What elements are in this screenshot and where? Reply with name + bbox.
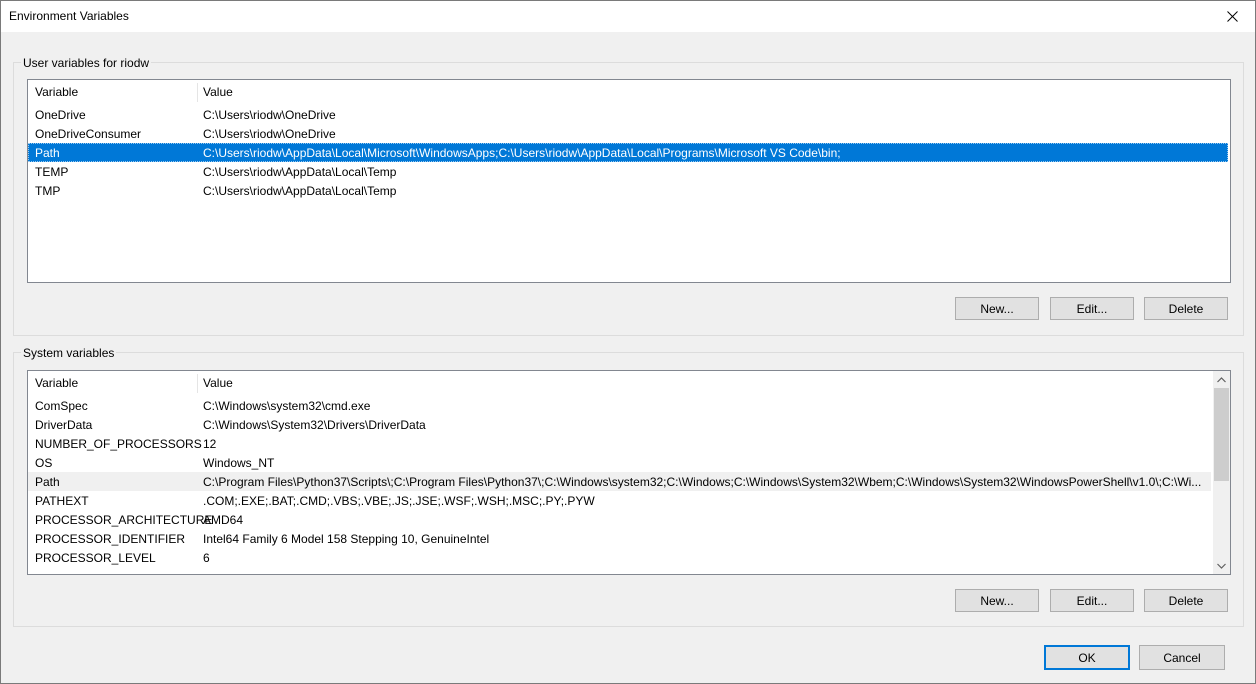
- system-variables-list[interactable]: Variable Value ComSpec C:\Windows\system3…: [27, 370, 1231, 575]
- variable-value: C:\Users\riodw\OneDrive: [203, 108, 336, 122]
- column-header-value[interactable]: Value: [203, 376, 233, 390]
- variable-value: C:\Users\riodw\OneDrive: [203, 127, 336, 141]
- column-header-variable[interactable]: Variable: [35, 376, 78, 390]
- variable-value: C:\Users\riodw\AppData\Local\Microsoft\W…: [203, 146, 841, 160]
- list-row[interactable]: Path C:\Program Files\Python37\Scripts\;C…: [28, 472, 1211, 491]
- variable-value: Intel64 Family 6 Model 158 Stepping 10, …: [203, 532, 490, 546]
- scroll-up-arrow-icon[interactable]: [1213, 371, 1230, 388]
- variable-name: OneDrive: [35, 108, 86, 122]
- user-new-button[interactable]: New...: [955, 297, 1039, 320]
- variable-value: Windows_NT: [203, 456, 275, 470]
- variable-name: DriverData: [35, 418, 93, 432]
- system-variables-label: System variables: [21, 346, 117, 360]
- variable-name: Path: [35, 475, 60, 489]
- window-title: Environment Variables: [9, 9, 129, 23]
- list-row[interactable]: OneDrive C:\Users\riodw\OneDrive: [28, 105, 1228, 124]
- variable-value: C:\Windows\system32\cmd.exe: [203, 399, 371, 413]
- vertical-scrollbar[interactable]: [1213, 371, 1230, 574]
- variable-name: Path: [35, 146, 60, 160]
- list-row[interactable]: ComSpec C:\Windows\system32\cmd.exe: [28, 396, 1211, 415]
- ok-button[interactable]: OK: [1044, 645, 1130, 670]
- variable-name: OS: [35, 456, 53, 470]
- variable-value: 6: [203, 551, 210, 565]
- scrollbar-thumb[interactable]: [1214, 388, 1229, 481]
- variable-value: C:\Program Files\Python37\Scripts\;C:\Pr…: [203, 475, 1202, 489]
- list-row[interactable]: PROCESSOR_IDENTIFIER Intel64 Family 6 Mod…: [28, 529, 1211, 548]
- list-row[interactable]: TMP C:\Users\riodw\AppData\Local\Temp: [28, 181, 1228, 200]
- user-delete-button[interactable]: Delete: [1144, 297, 1228, 320]
- user-variables-list[interactable]: Variable Value OneDrive C:\Users\riodw\On…: [27, 79, 1231, 283]
- variable-name: TMP: [35, 184, 61, 198]
- column-divider[interactable]: [197, 374, 198, 393]
- variable-value: .COM;.EXE;.BAT;.CMD;.VBS;.VBE;.JS;.JSE;.…: [203, 494, 595, 508]
- list-header: Variable Value: [28, 80, 1230, 104]
- variable-name: TEMP: [35, 165, 69, 179]
- user-edit-button[interactable]: Edit...: [1050, 297, 1134, 320]
- variable-value: 12: [203, 437, 217, 451]
- environment-variables-dialog: Environment Variables User variables for…: [0, 0, 1256, 684]
- variable-name: ComSpec: [35, 399, 88, 413]
- list-row[interactable]: PROCESSOR_ARCHITECTURE AMD64: [28, 510, 1211, 529]
- close-icon: [1226, 11, 1238, 22]
- close-button[interactable]: [1209, 1, 1255, 32]
- variable-name: OneDriveConsumer: [35, 127, 142, 141]
- system-edit-button[interactable]: Edit...: [1050, 589, 1134, 612]
- title-bar: Environment Variables: [1, 1, 1255, 32]
- list-row[interactable]: TEMP C:\Users\riodw\AppData\Local\Temp: [28, 162, 1228, 181]
- cancel-button[interactable]: Cancel: [1139, 645, 1225, 670]
- list-row[interactable]: NUMBER_OF_PROCESSORS 12: [28, 434, 1211, 453]
- list-row[interactable]: OS Windows_NT: [28, 453, 1211, 472]
- scroll-down-arrow-icon[interactable]: [1213, 557, 1230, 574]
- system-new-button[interactable]: New...: [955, 589, 1039, 612]
- system-delete-button[interactable]: Delete: [1144, 589, 1228, 612]
- list-row[interactable]: PATHEXT .COM;.EXE;.BAT;.CMD;.VBS;.VBE;.JS…: [28, 491, 1211, 510]
- user-variables-label: User variables for riodw: [21, 56, 152, 70]
- column-header-value[interactable]: Value: [203, 85, 233, 99]
- variable-name: PROCESSOR_IDENTIFIER: [35, 532, 186, 546]
- list-row[interactable]: PROCESSOR_LEVEL 6: [28, 548, 1211, 567]
- list-row[interactable]: DriverData C:\Windows\System32\Drivers\Dr…: [28, 415, 1211, 434]
- variable-name: NUMBER_OF_PROCESSORS: [35, 437, 202, 451]
- variable-value: C:\Users\riodw\AppData\Local\Temp: [203, 184, 397, 198]
- variable-name: PATHEXT: [35, 494, 89, 508]
- list-header: Variable Value: [28, 371, 1230, 395]
- column-header-variable[interactable]: Variable: [35, 85, 78, 99]
- list-row[interactable]: Path C:\Users\riodw\AppData\Local\Microso…: [28, 143, 1228, 162]
- variable-name: PROCESSOR_LEVEL: [35, 551, 156, 565]
- variable-value: C:\Users\riodw\AppData\Local\Temp: [203, 165, 397, 179]
- variable-value: AMD64: [203, 513, 244, 527]
- list-row[interactable]: OneDriveConsumer C:\Users\riodw\OneDrive: [28, 124, 1228, 143]
- variable-value: C:\Windows\System32\Drivers\DriverData: [203, 418, 426, 432]
- variable-name: PROCESSOR_ARCHITECTURE: [35, 513, 213, 527]
- column-divider[interactable]: [197, 83, 198, 102]
